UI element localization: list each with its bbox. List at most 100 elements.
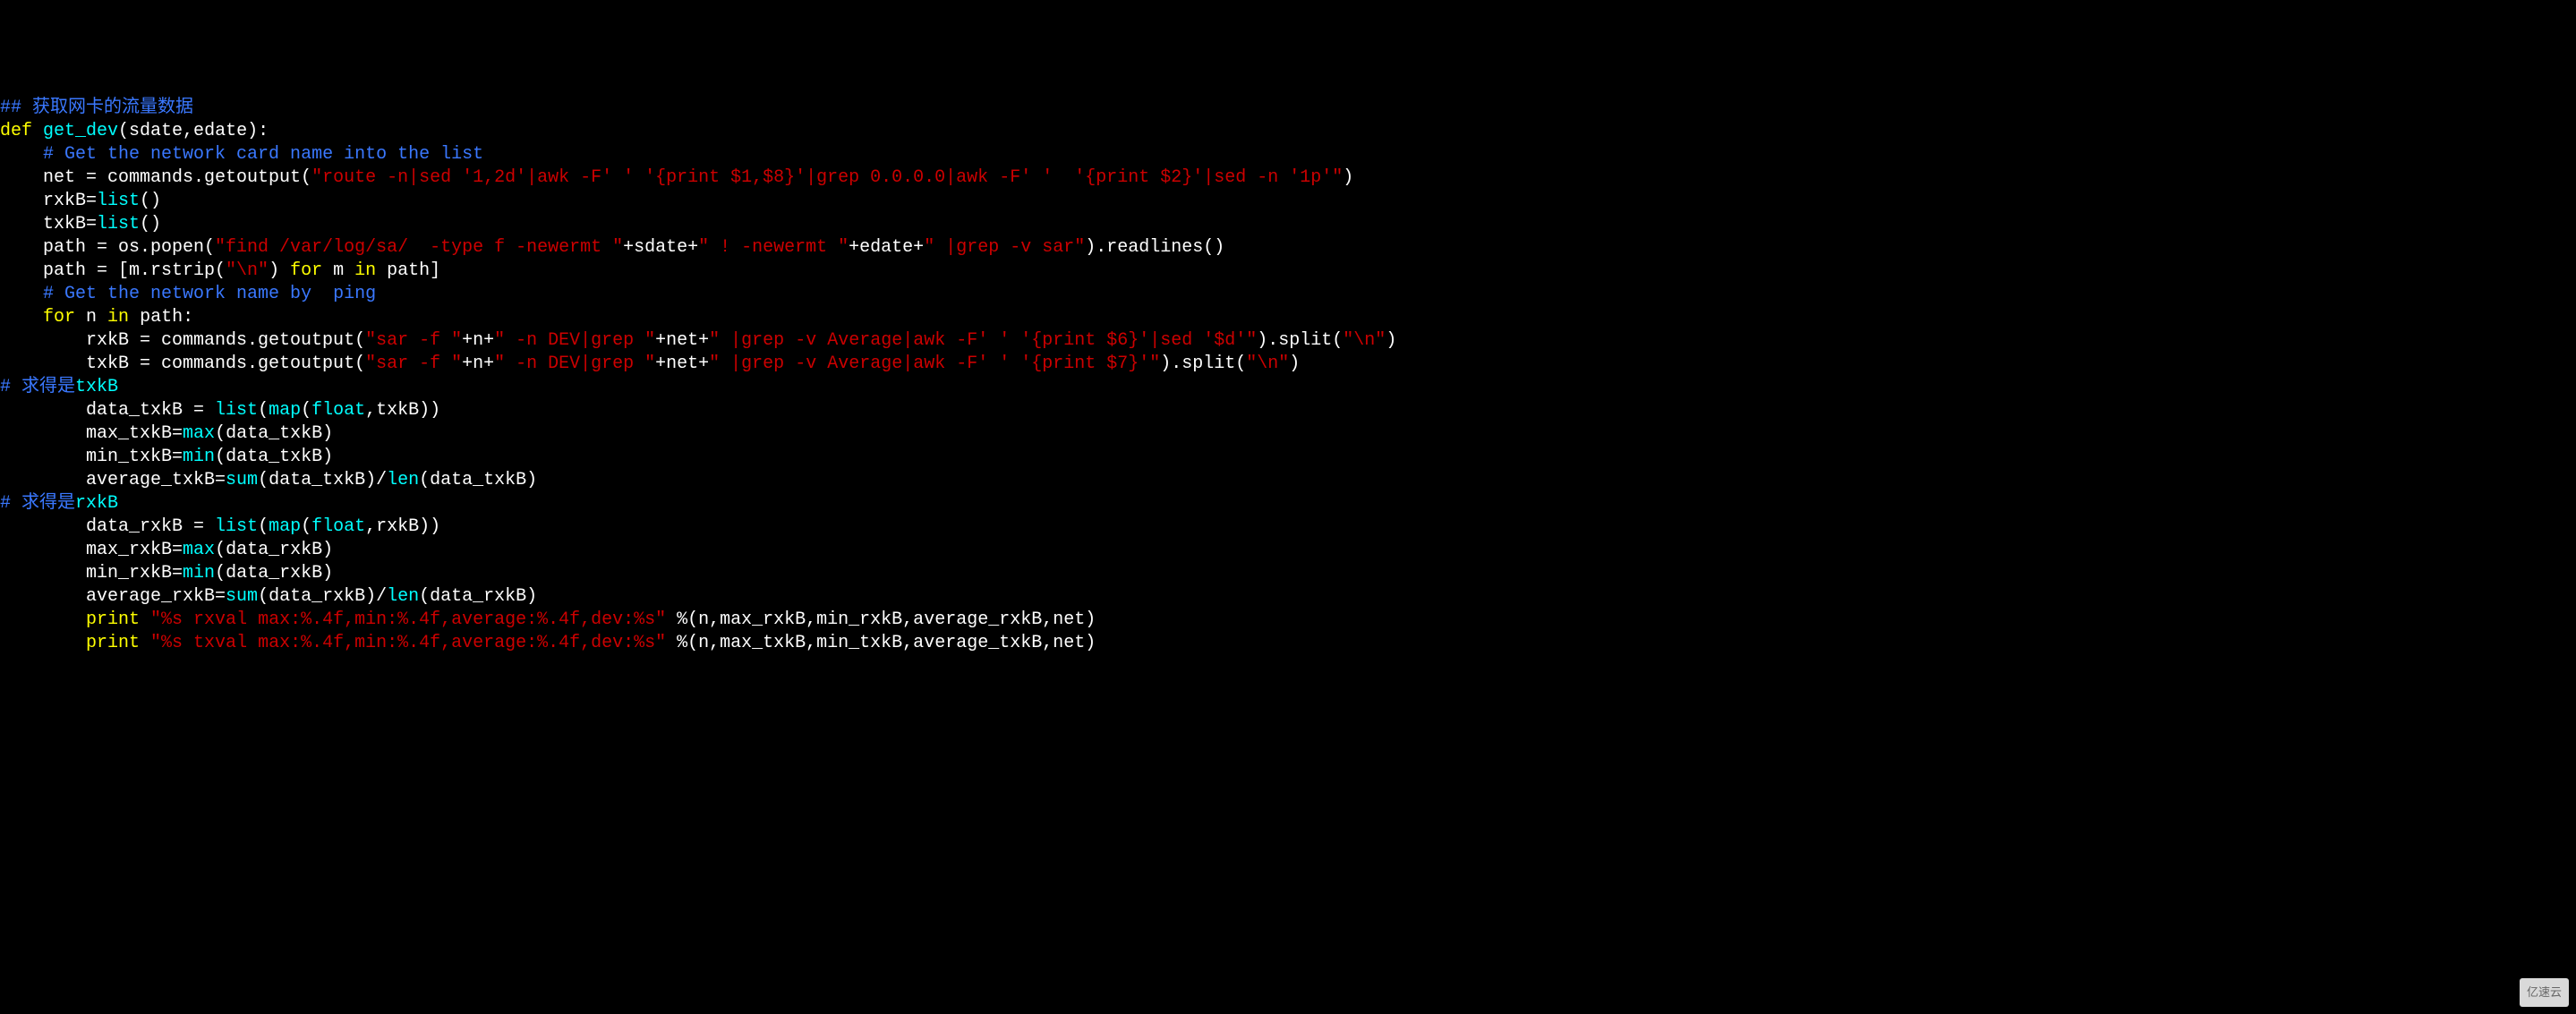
code-token: +sdate+ bbox=[623, 237, 698, 258]
code-token: in bbox=[107, 307, 129, 328]
code-token: n bbox=[75, 307, 107, 328]
code-token: " -n DEV|grep " bbox=[494, 354, 655, 374]
code-token: "route -n|sed '1,2d'|awk -F' ' '{print $… bbox=[311, 167, 1343, 188]
code-token: +net+ bbox=[655, 330, 709, 351]
code-token: " |grep -v sar" bbox=[924, 237, 1085, 258]
code-token bbox=[140, 609, 150, 630]
code-token: path] bbox=[376, 260, 440, 281]
code-token: ( bbox=[301, 400, 311, 421]
code-line[interactable]: average_txkB=sum(data_txkB)/len(data_txk… bbox=[0, 469, 2576, 492]
code-token: list bbox=[215, 516, 258, 537]
code-line[interactable]: min_rxkB=min(data_rxkB) bbox=[0, 562, 2576, 585]
code-token: txkB= bbox=[0, 214, 97, 234]
code-line[interactable]: # Get the network name by ping bbox=[0, 283, 2576, 306]
code-token bbox=[0, 307, 43, 328]
code-token: (data_txkB) bbox=[215, 423, 333, 444]
code-line[interactable]: txkB = commands.getoutput("sar -f "+n+" … bbox=[0, 353, 2576, 376]
code-line[interactable]: # 求得是rxkB bbox=[0, 492, 2576, 516]
code-token: ## 获取网卡的流量数据 bbox=[0, 98, 193, 118]
code-token: "sar -f " bbox=[365, 330, 462, 351]
code-token: ).split( bbox=[1160, 354, 1246, 374]
code-token: "%s rxval max:%.4f,min:%.4f,average:%.4f… bbox=[150, 609, 666, 630]
code-line[interactable]: path = [m.rstrip("\n") for m in path] bbox=[0, 260, 2576, 283]
code-line[interactable]: # Get the network card name into the lis… bbox=[0, 143, 2576, 166]
code-token: len bbox=[387, 586, 419, 607]
code-token: # Get the network card name into the lis… bbox=[43, 144, 483, 165]
code-token: min bbox=[183, 447, 215, 467]
code-token: " |grep -v Average|awk -F' ' '{print $6}… bbox=[709, 330, 1257, 351]
code-token: ( bbox=[301, 516, 311, 537]
code-token: txkB bbox=[75, 377, 118, 397]
code-line[interactable]: print "%s txval max:%.4f,min:%.4f,averag… bbox=[0, 632, 2576, 655]
code-token bbox=[0, 284, 43, 304]
code-line[interactable]: rxkB = commands.getoutput("sar -f "+n+" … bbox=[0, 329, 2576, 353]
code-token: float bbox=[311, 400, 365, 421]
code-token: # Get the network name by ping bbox=[43, 284, 376, 304]
code-line[interactable]: print "%s rxval max:%.4f,min:%.4f,averag… bbox=[0, 609, 2576, 632]
code-line[interactable]: data_txkB = list(map(float,txkB)) bbox=[0, 399, 2576, 422]
code-token: (data_rxkB)/ bbox=[258, 586, 387, 607]
code-token: # 求得是 bbox=[0, 493, 75, 514]
code-token: ) bbox=[269, 260, 290, 281]
code-token: ).split( bbox=[1257, 330, 1343, 351]
code-line[interactable]: txkB=list() bbox=[0, 213, 2576, 236]
code-token: average_txkB= bbox=[0, 470, 226, 490]
code-token: " -n DEV|grep " bbox=[494, 330, 655, 351]
code-line[interactable]: path = os.popen("find /var/log/sa/ -type… bbox=[0, 236, 2576, 260]
code-token bbox=[0, 609, 86, 630]
watermark-badge: 亿速云 bbox=[2520, 978, 2569, 1007]
code-line[interactable]: def get_dev(sdate,edate): bbox=[0, 120, 2576, 143]
code-token: path: bbox=[129, 307, 193, 328]
code-token: get_dev bbox=[43, 121, 118, 141]
code-token: (data_txkB) bbox=[419, 470, 537, 490]
code-token: ,txkB)) bbox=[365, 400, 440, 421]
code-token: ,rxkB)) bbox=[365, 516, 440, 537]
code-token: # 求得是 bbox=[0, 377, 75, 397]
code-token: rxkB = commands.getoutput( bbox=[0, 330, 365, 351]
code-token: +net+ bbox=[655, 354, 709, 374]
code-token: ).readlines() bbox=[1085, 237, 1224, 258]
code-line[interactable]: rxkB=list() bbox=[0, 190, 2576, 213]
code-token: (data_rxkB) bbox=[419, 586, 537, 607]
code-token: (sdate,edate): bbox=[118, 121, 269, 141]
code-token: in bbox=[354, 260, 376, 281]
code-token: %(n,max_rxkB,min_rxkB,average_rxkB,net) bbox=[666, 609, 1096, 630]
code-token: list bbox=[215, 400, 258, 421]
code-token: " |grep -v Average|awk -F' ' '{print $7}… bbox=[709, 354, 1160, 374]
code-token: print bbox=[86, 609, 140, 630]
code-line[interactable]: max_rxkB=max(data_rxkB) bbox=[0, 539, 2576, 562]
code-line[interactable]: min_txkB=min(data_txkB) bbox=[0, 446, 2576, 469]
code-token: (data_txkB)/ bbox=[258, 470, 387, 490]
code-token: (data_rxkB) bbox=[215, 540, 333, 560]
code-line[interactable]: net = commands.getoutput("route -n|sed '… bbox=[0, 166, 2576, 190]
code-token: list bbox=[97, 214, 140, 234]
code-token: net = commands.getoutput( bbox=[0, 167, 311, 188]
code-token: max bbox=[183, 423, 215, 444]
code-token: +n+ bbox=[462, 330, 494, 351]
code-token: max_txkB= bbox=[0, 423, 183, 444]
code-token: min_rxkB= bbox=[0, 563, 183, 584]
code-token: ) bbox=[1343, 167, 1353, 188]
code-line[interactable]: for n in path: bbox=[0, 306, 2576, 329]
code-token: rxkB bbox=[75, 493, 118, 514]
code-token: +edate+ bbox=[849, 237, 924, 258]
code-line[interactable]: average_rxkB=sum(data_rxkB)/len(data_rxk… bbox=[0, 585, 2576, 609]
code-token: (data_txkB) bbox=[215, 447, 333, 467]
code-token: rxkB= bbox=[0, 191, 97, 211]
code-token: path = [m.rstrip( bbox=[0, 260, 226, 281]
code-token: +n+ bbox=[462, 354, 494, 374]
code-token: "%s txval max:%.4f,min:%.4f,average:%.4f… bbox=[150, 633, 666, 653]
code-token: ( bbox=[258, 516, 269, 537]
code-line[interactable]: data_rxkB = list(map(float,rxkB)) bbox=[0, 516, 2576, 539]
code-token: txkB = commands.getoutput( bbox=[0, 354, 365, 374]
code-line[interactable]: max_txkB=max(data_txkB) bbox=[0, 422, 2576, 446]
code-editor[interactable]: ## 获取网卡的流量数据def get_dev(sdate,edate): # … bbox=[0, 97, 2576, 655]
code-token: (data_rxkB) bbox=[215, 563, 333, 584]
code-line[interactable]: ## 获取网卡的流量数据 bbox=[0, 97, 2576, 120]
code-token: ) bbox=[1386, 330, 1396, 351]
code-token: min_txkB= bbox=[0, 447, 183, 467]
code-token: data_txkB = bbox=[0, 400, 215, 421]
code-line[interactable]: # 求得是txkB bbox=[0, 376, 2576, 399]
code-token: average_rxkB= bbox=[0, 586, 226, 607]
code-token: float bbox=[311, 516, 365, 537]
